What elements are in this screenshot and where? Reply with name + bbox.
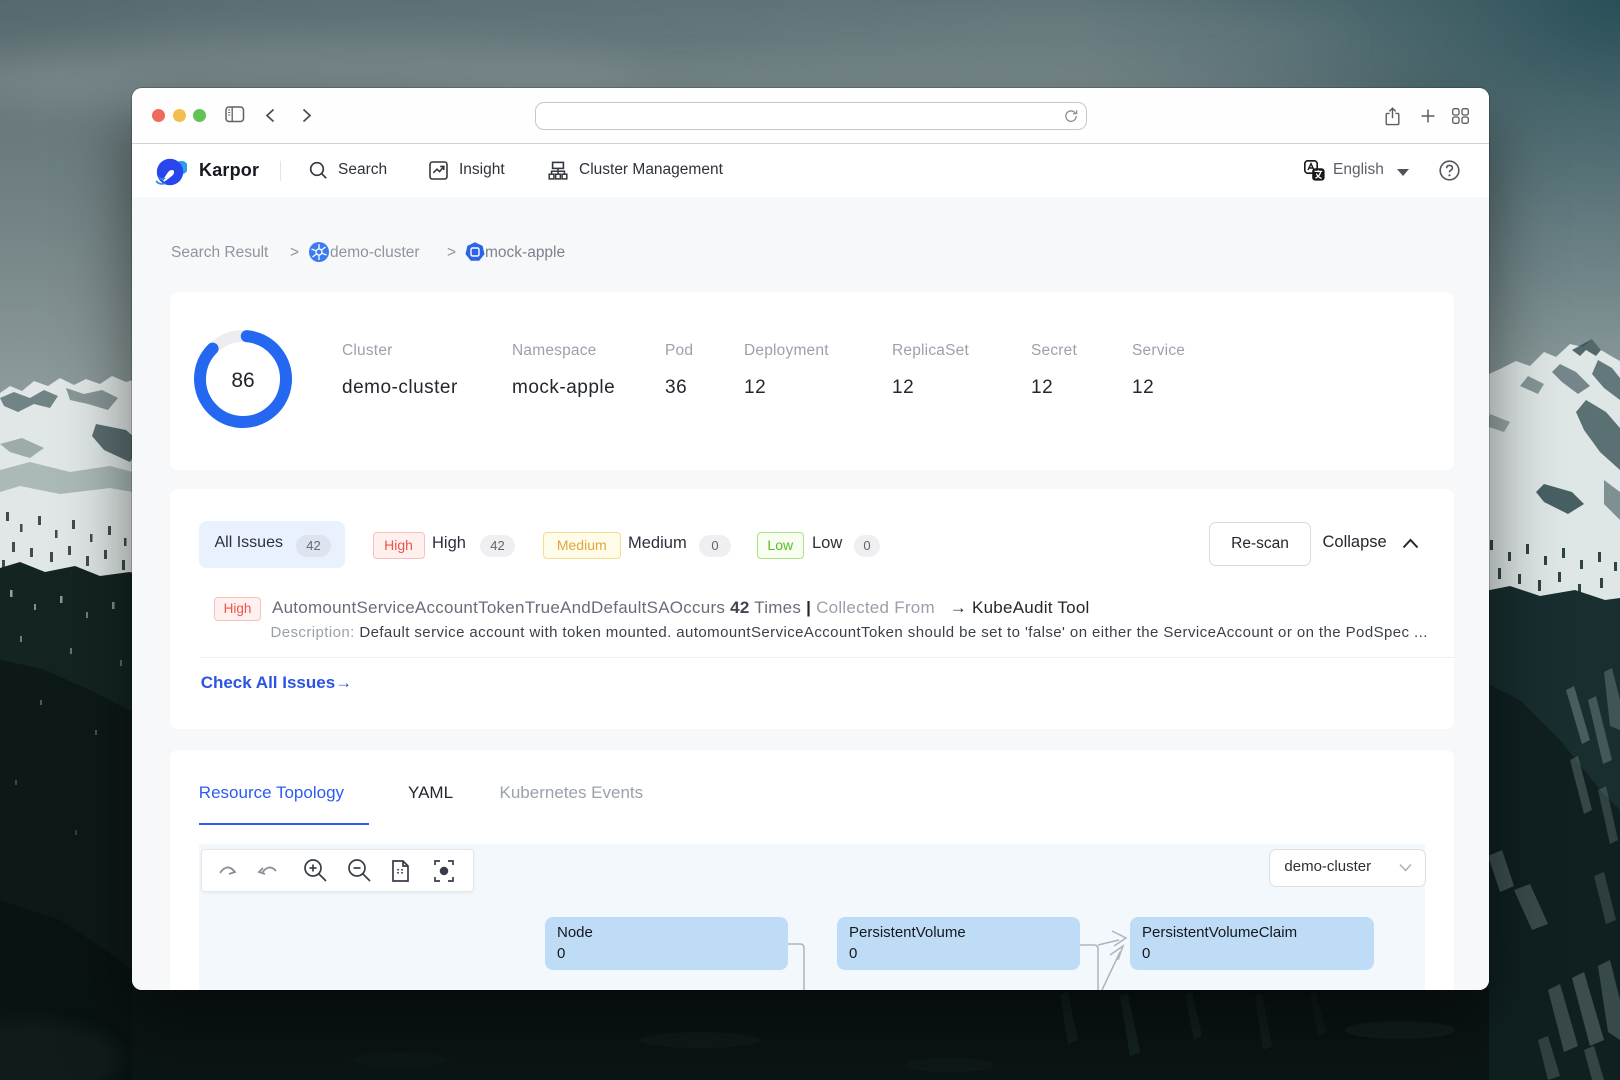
svg-text:0: 0 (1142, 945, 1150, 962)
svg-text:Node: Node (557, 924, 593, 941)
svg-text:0: 0 (557, 945, 565, 962)
svg-text:PersistentVolumeClaim: PersistentVolumeClaim (1142, 924, 1297, 941)
svg-text:PersistentVolume: PersistentVolume (849, 924, 966, 941)
svg-text:86: 86 (231, 369, 254, 392)
svg-text:0: 0 (849, 945, 857, 962)
